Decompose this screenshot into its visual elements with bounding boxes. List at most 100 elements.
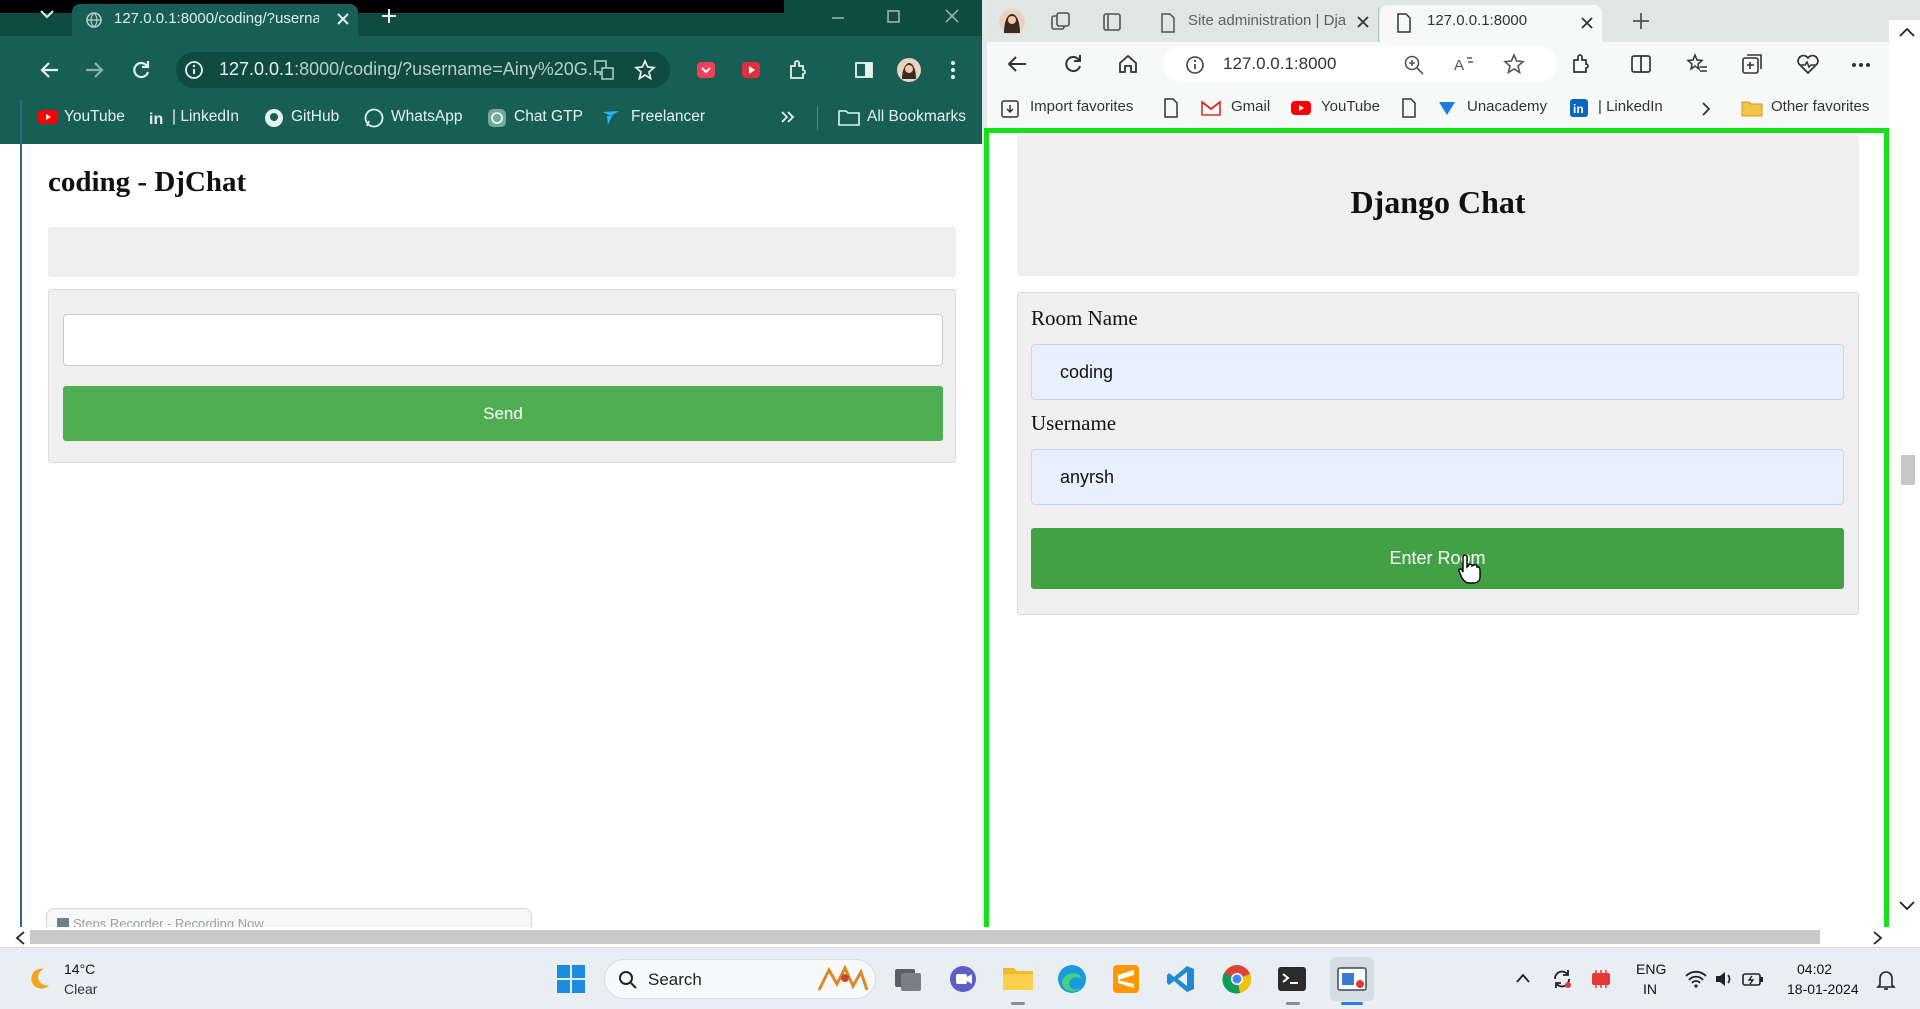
bookmark-github[interactable]: GitHub [291,108,339,126]
windows-start-icon[interactable] [556,964,586,994]
wifi-icon[interactable] [1685,970,1707,988]
reload-icon[interactable] [130,59,152,81]
all-bookmarks[interactable]: All Bookmarks [867,108,966,126]
edge-browser-icon[interactable] [1057,964,1087,994]
vertical-scroll-thumb[interactable] [1901,455,1915,485]
favorite-unacademy[interactable]: Unacademy [1467,98,1547,115]
pocket-extension-icon[interactable] [696,60,716,80]
profile-avatar[interactable] [896,57,922,83]
favorites-icon[interactable] [1686,53,1708,75]
hand-cursor-icon [1457,553,1481,585]
bookmark-youtube[interactable]: YouTube [64,108,125,126]
taskbar-search-box[interactable]: Search [604,959,876,999]
read-aloud-icon[interactable]: A [1453,54,1475,76]
volume-icon[interactable] [1714,970,1734,988]
clock-time[interactable]: 04:02 [1797,961,1832,977]
enter-room-button[interactable]: Enter Room [1031,528,1844,589]
right-url-text: 127.0.0.1:8000 [1223,54,1337,73]
notifications-icon[interactable] [1876,969,1896,991]
new-tab-icon[interactable] [381,8,397,24]
close-tab-icon[interactable] [336,12,350,26]
chevron-double-right-icon[interactable] [780,110,796,124]
globe-icon [85,11,103,29]
favorite-linkedin[interactable]: | LinkedIn [1598,98,1663,115]
scroll-down-icon[interactable] [1898,900,1916,912]
send-button[interactable]: Send [63,386,943,441]
memory-chip-icon[interactable] [1590,969,1612,989]
right-tab-active[interactable]: 127.0.0.1:8000 [1380,5,1602,42]
close-window-icon[interactable] [944,8,960,24]
import-favorites[interactable]: Import favorites [1030,98,1133,115]
weather-temperature[interactable]: 14°C [64,961,95,977]
scroll-right-icon[interactable] [1872,930,1884,946]
more-menu-icon[interactable] [1851,62,1871,68]
bookmark-star-icon[interactable] [634,59,656,81]
region-indicator[interactable]: IN [1643,981,1657,997]
translate-icon[interactable] [593,59,615,81]
favorite-youtube[interactable]: YouTube [1321,98,1380,115]
site-info-icon[interactable] [184,60,204,80]
chevron-up-icon[interactable] [1515,972,1531,984]
site-info-icon[interactable] [1185,55,1205,75]
menu-kebab-icon[interactable] [950,60,956,80]
split-screen-icon[interactable] [1630,54,1652,74]
chevron-right-icon[interactable] [1700,101,1712,117]
tab-search-icon[interactable] [38,8,56,20]
vscode-icon[interactable] [1166,964,1196,994]
meet-video-icon[interactable] [948,965,978,993]
clock-date[interactable]: 18-01-2024 [1787,981,1859,997]
back-arrow-icon[interactable] [40,60,60,80]
scroll-up-icon[interactable] [1898,26,1916,38]
sync-icon[interactable] [1551,968,1573,990]
sublime-text-icon[interactable] [1112,964,1140,994]
room-name-input[interactable]: coding [1031,344,1844,400]
language-indicator[interactable]: ENG [1636,961,1666,977]
workspaces-icon[interactable] [1050,11,1072,33]
reload-icon[interactable] [1062,53,1084,75]
battery-icon[interactable] [1742,971,1764,987]
weather-description[interactable]: Clear [64,981,97,997]
left-tab-active[interactable]: 127.0.0.1:8000/coding/?usernam [72,4,358,36]
message-input[interactable] [63,314,943,366]
bookmark-whatsapp[interactable]: WhatsApp [391,108,463,126]
task-view-icon[interactable] [893,965,923,993]
new-tab-icon[interactable] [1632,12,1650,30]
linkedin-icon: in [1570,99,1588,117]
forward-arrow-icon[interactable] [84,60,104,80]
horizontal-scroll-thumb[interactable] [30,930,1820,944]
right-tab-site-admin[interactable]: Site administration | Dja [1148,7,1379,42]
side-panel-icon[interactable] [854,60,874,80]
page-icon[interactable] [1401,98,1417,118]
tab-actions-icon[interactable] [1102,12,1122,32]
extensions-puzzle-icon[interactable] [787,59,809,81]
svg-text:in: in [149,111,163,127]
video-extension-icon[interactable] [741,60,761,80]
username-input[interactable]: anyrsh [1031,449,1844,505]
favorite-star-icon[interactable] [1503,53,1525,75]
home-icon[interactable] [1117,53,1139,75]
bookmark-linkedin[interactable]: | LinkedIn [172,108,239,126]
close-tab-icon[interactable] [1580,16,1594,30]
page-icon[interactable] [1163,98,1179,118]
terminal-icon[interactable] [1277,965,1307,993]
collections-icon[interactable] [1741,53,1763,75]
zoom-icon[interactable] [1403,54,1425,76]
minimize-icon[interactable] [830,10,846,26]
bookmark-chatgtp[interactable]: Chat GTP [514,108,583,126]
bookmark-freelancer[interactable]: Freelancer [631,108,705,126]
maximize-icon[interactable] [886,8,902,24]
search-label: Search [648,970,702,989]
performance-heart-icon[interactable] [1796,53,1820,75]
steps-recorder-icon [1337,966,1367,992]
close-tab-icon[interactable] [1356,15,1370,29]
back-arrow-icon[interactable] [1006,54,1028,74]
edge-profile-avatar[interactable] [998,8,1026,36]
scroll-left-icon[interactable] [14,930,26,946]
other-favorites[interactable]: Other favorites [1771,98,1869,115]
file-explorer-icon[interactable] [1002,964,1034,992]
favorite-gmail[interactable]: Gmail [1231,98,1270,115]
extensions-puzzle-icon[interactable] [1570,53,1592,75]
url-path: :8000/coding/?username=Ainy%20G... [294,59,603,79]
chrome-icon[interactable] [1222,964,1252,994]
youtube-icon [38,110,58,124]
